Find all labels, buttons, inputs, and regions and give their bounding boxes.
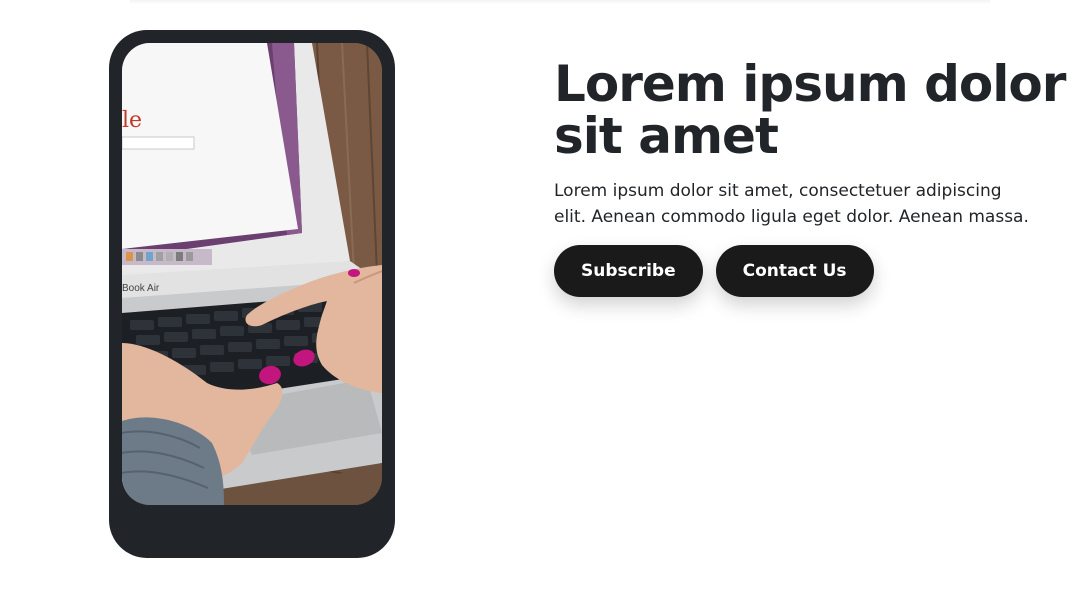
hero-title: Lorem ipsum dolor sit amet: [554, 55, 1066, 165]
hero-description: Lorem ipsum dolor sit amet, consectetuer…: [554, 181, 1029, 227]
phone-screen-image: le Book Air: [122, 43, 382, 505]
page: le Book Air Lorem ipsum dolor sit amet L…: [0, 0, 1092, 590]
top-divider: [130, 0, 990, 4]
hero-section: Lorem ipsum dolor sit amet Lorem ipsum d…: [554, 58, 1074, 297]
browser-logo-text: le: [122, 108, 142, 133]
phone-mockup: le Book Air: [109, 30, 395, 558]
hero-buttons: Subscribe Contact Us: [554, 245, 1074, 297]
laptop-brand-text: Book Air: [122, 283, 160, 294]
contact-us-button[interactable]: Contact Us: [715, 245, 874, 297]
subscribe-button[interactable]: Subscribe: [554, 245, 703, 297]
